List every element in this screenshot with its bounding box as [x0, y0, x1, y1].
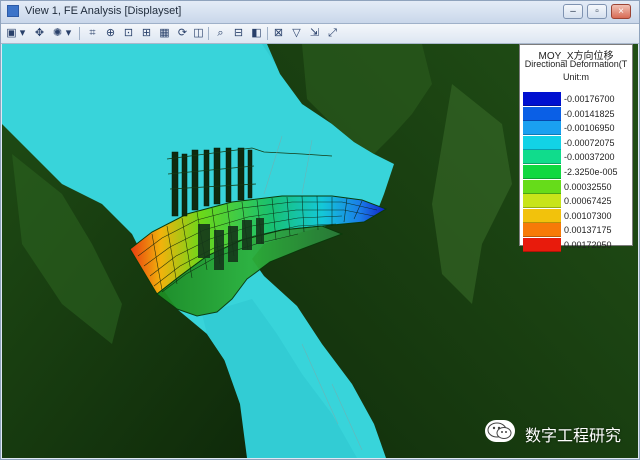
light-icon[interactable]: ✺ [50, 26, 65, 41]
view-dropdown-icon[interactable]: ▾ [18, 26, 27, 41]
legend-entry: 0.00137175 [523, 223, 633, 238]
zoom-in-icon[interactable]: ⊕ [103, 26, 118, 41]
wechat-logo-icon [485, 420, 515, 442]
legend-value: 0.00107300 [564, 210, 612, 221]
rotate-icon[interactable]: ⟳ [175, 26, 190, 41]
restore-button[interactable]: ▫ [587, 4, 607, 19]
legend-swatch [523, 194, 561, 209]
legend-entry: -0.00141825 [523, 106, 633, 121]
legend-entry: 0.00067425 [523, 194, 633, 209]
legend-value: 0.00067425 [564, 196, 612, 207]
contour-icon[interactable]: ▽ [289, 26, 304, 41]
legend-unit: Unit:m [562, 72, 589, 82]
probe-icon[interactable]: ⌕ [213, 26, 228, 41]
toolbar-separator [79, 27, 80, 40]
minimize-button[interactable]: – [563, 4, 583, 19]
legend-swatch [523, 179, 561, 194]
legend-value: 0.00032550 [564, 181, 612, 192]
legend-entry: 0.00172050 [523, 238, 633, 252]
view-cube-icon[interactable]: ▣ [4, 26, 19, 41]
legend-swatch [523, 208, 561, 223]
legend-swatch [523, 92, 561, 106]
legend-swatch [523, 135, 561, 150]
legend-value: -0.00141825 [564, 108, 615, 119]
watermark-text: 数字工程研究 [525, 426, 622, 445]
window-title: View 1, FE Analysis [Displayset] [25, 5, 182, 17]
legend-value: 0.00137175 [564, 225, 612, 236]
grid-icon[interactable]: ▦ [157, 26, 172, 41]
select-icon[interactable]: ◫ [191, 26, 206, 41]
legend-value: -0.00106950 [564, 123, 615, 134]
mesh-icon[interactable]: ⌗ [85, 26, 100, 41]
pan-icon[interactable]: ✥ [32, 26, 47, 41]
light-dropdown-icon[interactable]: ▾ [64, 26, 73, 41]
toolbar-separator [267, 27, 268, 40]
fe-analysis-window: View 1, FE Analysis [Displayset] – ▫ × ▣… [0, 0, 640, 460]
toolbar-separator [208, 27, 209, 40]
title-bar[interactable]: View 1, FE Analysis [Displayset] – ▫ × [1, 1, 639, 24]
legend-swatch [523, 106, 561, 121]
legend-value: -0.00072075 [564, 137, 615, 148]
legend-entry: 0.00107300 [523, 208, 633, 223]
legend-swatch [523, 238, 561, 252]
toolbar: ▣ ▾ ✥ ✺ ▾ ⌗ ⊕ ⊡ ⊞ ▦ ⟳ ◫ ⌕ ⊟ ◧ ⊠ ▽ ⇲ ⤢ [1, 24, 639, 44]
legend-entry: -0.00072075 [523, 135, 633, 150]
legend-value: -0.00037200 [564, 152, 615, 163]
legend-swatch [523, 223, 561, 238]
legend-entry: -0.00176700 [523, 92, 633, 106]
legend-entry: -0.00037200 [523, 150, 633, 165]
zoom-box-icon[interactable]: ⊡ [121, 26, 136, 41]
pick-icon[interactable]: ⊟ [231, 26, 246, 41]
legend-value: 0.00172050 [564, 240, 612, 250]
legend-swatch [523, 121, 561, 136]
legend-value: -0.00176700 [564, 94, 615, 104]
legend-entry: 0.00032550 [523, 179, 633, 194]
legend-subtitle: Directional Deformation(T [524, 59, 628, 69]
close-button[interactable]: × [611, 4, 631, 19]
legend-swatch [523, 165, 561, 179]
watermark: 数字工程研究 [485, 419, 635, 445]
arrow-icon[interactable]: ⇲ [307, 26, 322, 41]
clip-icon[interactable]: ⊠ [271, 26, 286, 41]
section-icon[interactable]: ◧ [249, 26, 264, 41]
legend-entry: -0.00106950 [523, 121, 633, 136]
contour-legend[interactable]: MOY_X方向位移 Directional Deformation(T Unit… [519, 44, 633, 252]
legend-entry: -2.3250e-005 [523, 165, 633, 179]
legend-swatch [523, 150, 561, 165]
vector-icon[interactable]: ⤢ [325, 26, 340, 41]
window-icon [7, 5, 19, 17]
fit-icon[interactable]: ⊞ [139, 26, 154, 41]
legend-value: -2.3250e-005 [564, 167, 618, 177]
